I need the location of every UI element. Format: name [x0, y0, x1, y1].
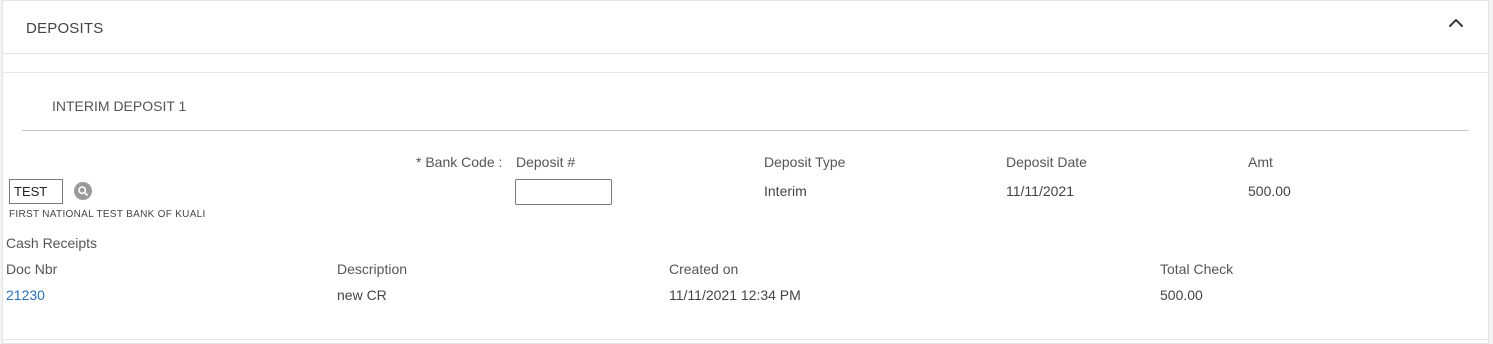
- bank-code-input[interactable]: [9, 179, 63, 204]
- divider: [22, 130, 1469, 131]
- panel-subheader-strip: [3, 53, 1488, 73]
- chevron-up-icon[interactable]: [1446, 13, 1466, 33]
- row-description: new CR: [337, 287, 387, 303]
- column-header-created-on: Created on: [669, 261, 739, 277]
- doc-nbr-link[interactable]: 21230: [6, 287, 45, 303]
- deposit-date-label: Deposit Date: [1006, 154, 1087, 170]
- amount-label: Amt: [1248, 154, 1273, 170]
- row-created-on: 11/11/2021 12:34 PM: [669, 287, 801, 303]
- deposit-number-label: Deposit #: [516, 154, 576, 170]
- deposit-number-input[interactable]: [515, 179, 612, 205]
- column-header-doc-nbr: Doc Nbr: [6, 261, 58, 277]
- deposit-date-value: 11/11/2021: [1006, 183, 1074, 199]
- panel-header[interactable]: DEPOSITS: [3, 1, 1488, 54]
- search-icon[interactable]: [74, 182, 92, 200]
- deposit-type-value: Interim: [764, 183, 807, 199]
- row-total-check: 500.00: [1160, 287, 1203, 303]
- bank-code-label: * Bank Code :: [416, 154, 503, 170]
- bank-name: FIRST NATIONAL TEST BANK OF KUALI: [9, 209, 206, 220]
- column-header-total-check: Total Check: [1160, 261, 1234, 277]
- column-header-description: Description: [337, 261, 408, 277]
- deposit-type-label: Deposit Type: [764, 154, 846, 170]
- cash-receipts-title: Cash Receipts: [6, 235, 98, 251]
- deposit-title: INTERIM DEPOSIT 1: [52, 98, 187, 114]
- panel-title: DEPOSITS: [26, 20, 104, 37]
- deposits-panel: DEPOSITS INTERIM DEPOSIT 1 * Bank Code :…: [2, 0, 1489, 344]
- divider: [3, 339, 1488, 340]
- amount-value: 500.00: [1248, 183, 1291, 199]
